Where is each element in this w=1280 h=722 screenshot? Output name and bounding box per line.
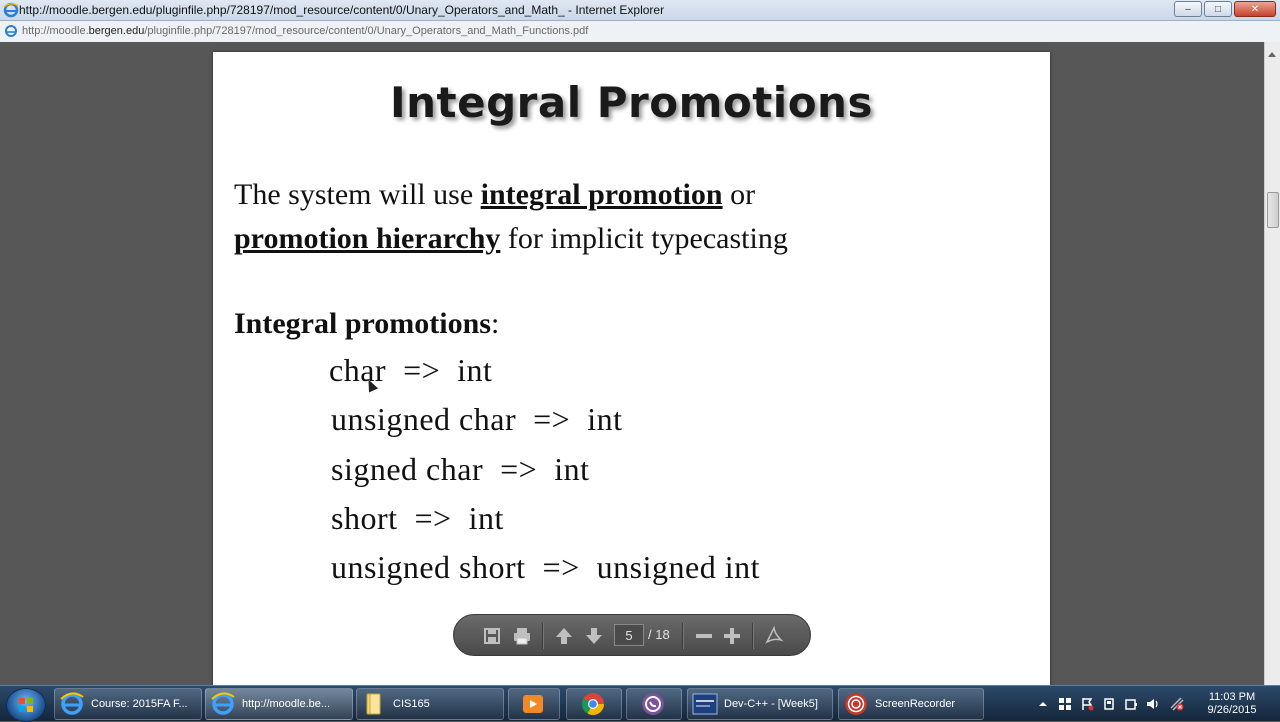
system-tray: 11:03 PM 9/26/2015 bbox=[1034, 688, 1280, 720]
print-icon[interactable] bbox=[512, 626, 532, 646]
next-page-arrow-icon[interactable] bbox=[584, 626, 604, 646]
toolbar-separator bbox=[682, 623, 684, 649]
intro-text-typecasting: for implicit typecasting bbox=[500, 222, 788, 255]
intro-line-2: promotion hierarchy for implicit typecas… bbox=[234, 222, 788, 256]
taskbar-item-screenrecorder[interactable]: ScreenRecorder bbox=[838, 688, 984, 720]
list-heading-colon: : bbox=[490, 307, 500, 340]
page-number-input[interactable]: 5 bbox=[614, 624, 644, 646]
promotion-item: unsigned short => unsigned int bbox=[331, 549, 760, 585]
vertical-scrollbar[interactable] bbox=[1264, 42, 1280, 685]
windows-taskbar: Course: 2015FA F... http://moodle.be... … bbox=[0, 685, 1280, 722]
clock-date: 9/26/2015 bbox=[1207, 704, 1257, 716]
term-integral-promotion: integral promotion bbox=[480, 178, 723, 211]
ie-icon bbox=[60, 692, 84, 715]
previous-page-arrow-icon[interactable] bbox=[554, 626, 574, 646]
toolbar-separator bbox=[752, 623, 754, 649]
network-disconnected-icon[interactable] bbox=[1170, 697, 1184, 711]
screenrecorder-icon bbox=[845, 693, 867, 715]
devcpp-icon bbox=[692, 693, 718, 715]
adobe-acrobat-icon[interactable] bbox=[764, 626, 784, 646]
promotion-item: char => int bbox=[329, 352, 493, 388]
intro-text: The system will use bbox=[234, 178, 481, 211]
windows-flag-icon[interactable] bbox=[1058, 697, 1072, 711]
zoom-out-icon[interactable] bbox=[694, 626, 714, 646]
window-title: http://moodle.bergen.edu/pluginfile.php/… bbox=[19, 3, 665, 17]
taskbar-item-cis165[interactable]: CIS165 bbox=[356, 688, 504, 720]
media-player-icon bbox=[523, 695, 543, 713]
chrome-icon bbox=[582, 693, 604, 715]
taskbar-item-media-player[interactable] bbox=[508, 688, 560, 720]
start-button[interactable] bbox=[6, 688, 46, 722]
minimize-button[interactable]: – bbox=[1174, 1, 1202, 17]
scroll-thumb[interactable] bbox=[1267, 192, 1279, 228]
list-heading-text: Integral promotions bbox=[234, 307, 491, 340]
action-center-flag-icon[interactable] bbox=[1080, 697, 1094, 711]
window-controls: – □ ✕ bbox=[1174, 1, 1276, 17]
address-bar[interactable]: http://moodle.bergen.edu/pluginfile.php/… bbox=[0, 21, 1280, 43]
taskbar-item-label: Dev-C++ - [Week5] bbox=[724, 698, 818, 710]
taskbar-item-label: CIS165 bbox=[393, 698, 430, 710]
ie-icon bbox=[211, 692, 235, 715]
scroll-up-arrow-icon[interactable] bbox=[1268, 52, 1276, 57]
save-icon[interactable] bbox=[482, 626, 502, 646]
pdf-page: Integral Promotions The system will use … bbox=[213, 52, 1050, 685]
taskbar-item-viber[interactable] bbox=[626, 688, 682, 720]
pdf-toolbar: 5 / 18 bbox=[453, 614, 811, 656]
toolbar-separator bbox=[542, 623, 544, 649]
taskbar-item-course[interactable]: Course: 2015FA F... bbox=[54, 688, 202, 720]
slide-title: Integral Promotions bbox=[390, 78, 873, 127]
page-total: / 18 bbox=[648, 627, 670, 642]
taskbar-item-label: ScreenRecorder bbox=[875, 698, 956, 710]
windows-logo-icon bbox=[19, 698, 33, 712]
term-promotion-hierarchy: promotion hierarchy bbox=[234, 222, 501, 255]
promotion-item: unsigned char => int bbox=[331, 401, 623, 437]
power-icon[interactable] bbox=[1124, 697, 1138, 711]
taskbar-item-label: http://moodle.be... bbox=[242, 698, 331, 710]
ie-icon bbox=[3, 2, 19, 18]
intro-line-1: The system will use integral promotion o… bbox=[234, 178, 755, 212]
ie-page-icon bbox=[5, 25, 17, 37]
show-hidden-icons-icon[interactable] bbox=[1036, 697, 1050, 711]
intro-text-or: or bbox=[722, 178, 756, 211]
promotion-item: signed char => int bbox=[331, 451, 590, 487]
list-heading: Integral promotions: bbox=[234, 307, 499, 341]
folder-icon bbox=[366, 693, 381, 715]
zoom-in-icon[interactable] bbox=[722, 626, 742, 646]
system-clock[interactable]: 11:03 PM 9/26/2015 bbox=[1194, 691, 1270, 717]
viber-icon bbox=[642, 693, 664, 715]
close-button[interactable]: ✕ bbox=[1234, 1, 1276, 17]
maximize-button[interactable]: □ bbox=[1204, 1, 1232, 17]
taskbar-item-devcpp[interactable]: Dev-C++ - [Week5] bbox=[687, 688, 833, 720]
taskbar-item-label: Course: 2015FA F... bbox=[91, 698, 188, 710]
clock-time: 11:03 PM bbox=[1208, 691, 1256, 703]
volume-icon[interactable] bbox=[1146, 697, 1160, 711]
promotion-item: short => int bbox=[331, 500, 504, 536]
taskbar-item-moodle[interactable]: http://moodle.be... bbox=[205, 688, 353, 720]
window-title-bar: http://moodle.bergen.edu/pluginfile.php/… bbox=[0, 0, 1280, 21]
url-text[interactable]: http://moodle.bergen.edu/pluginfile.php/… bbox=[22, 25, 588, 37]
device-icon[interactable] bbox=[1102, 697, 1116, 711]
taskbar-item-chrome[interactable] bbox=[566, 688, 622, 720]
